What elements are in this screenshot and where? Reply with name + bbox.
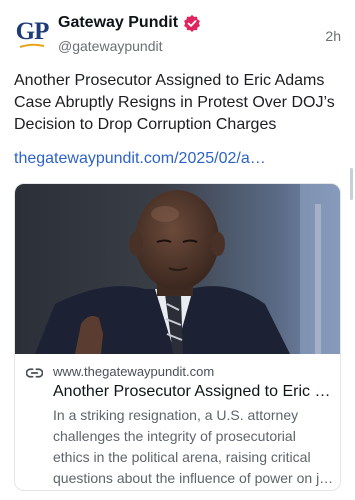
- link-icon: [26, 368, 43, 378]
- author-name-row: Gateway Pundit: [58, 14, 201, 32]
- verified-badge-icon: [184, 14, 200, 32]
- post: GP Gateway Pundit @gatewaypundit 2h Anot…: [0, 0, 355, 500]
- avatar[interactable]: GP: [12, 14, 52, 54]
- post-text: Another Prosecutor Assigned to Eric Adam…: [14, 72, 335, 133]
- link-preview-card[interactable]: www.thegatewaypundit.com Another Prosecu…: [14, 183, 341, 491]
- link-preview-description: In a striking resignation, a U.S. attorn…: [53, 407, 334, 486]
- portrait-photo: [15, 184, 340, 354]
- scrollbar-thumb[interactable]: [350, 168, 353, 200]
- avatar-logo: GP: [15, 17, 50, 45]
- logo-swoosh: [19, 43, 45, 48]
- author-handle[interactable]: @gatewaypundit: [58, 38, 163, 54]
- link-preview-body: www.thegatewaypundit.com Another Prosecu…: [15, 354, 340, 489]
- link-preview-title[interactable]: Another Prosecutor Assigned to Eric …: [53, 382, 332, 402]
- link-preview-domain: www.thegatewaypundit.com: [53, 364, 215, 379]
- post-link[interactable]: thegatewaypundit.com/2025/02/a…: [14, 150, 344, 168]
- link-preview-image[interactable]: [15, 184, 340, 354]
- author-display-name[interactable]: Gateway Pundit: [58, 14, 178, 32]
- post-timestamp[interactable]: 2h: [325, 28, 341, 44]
